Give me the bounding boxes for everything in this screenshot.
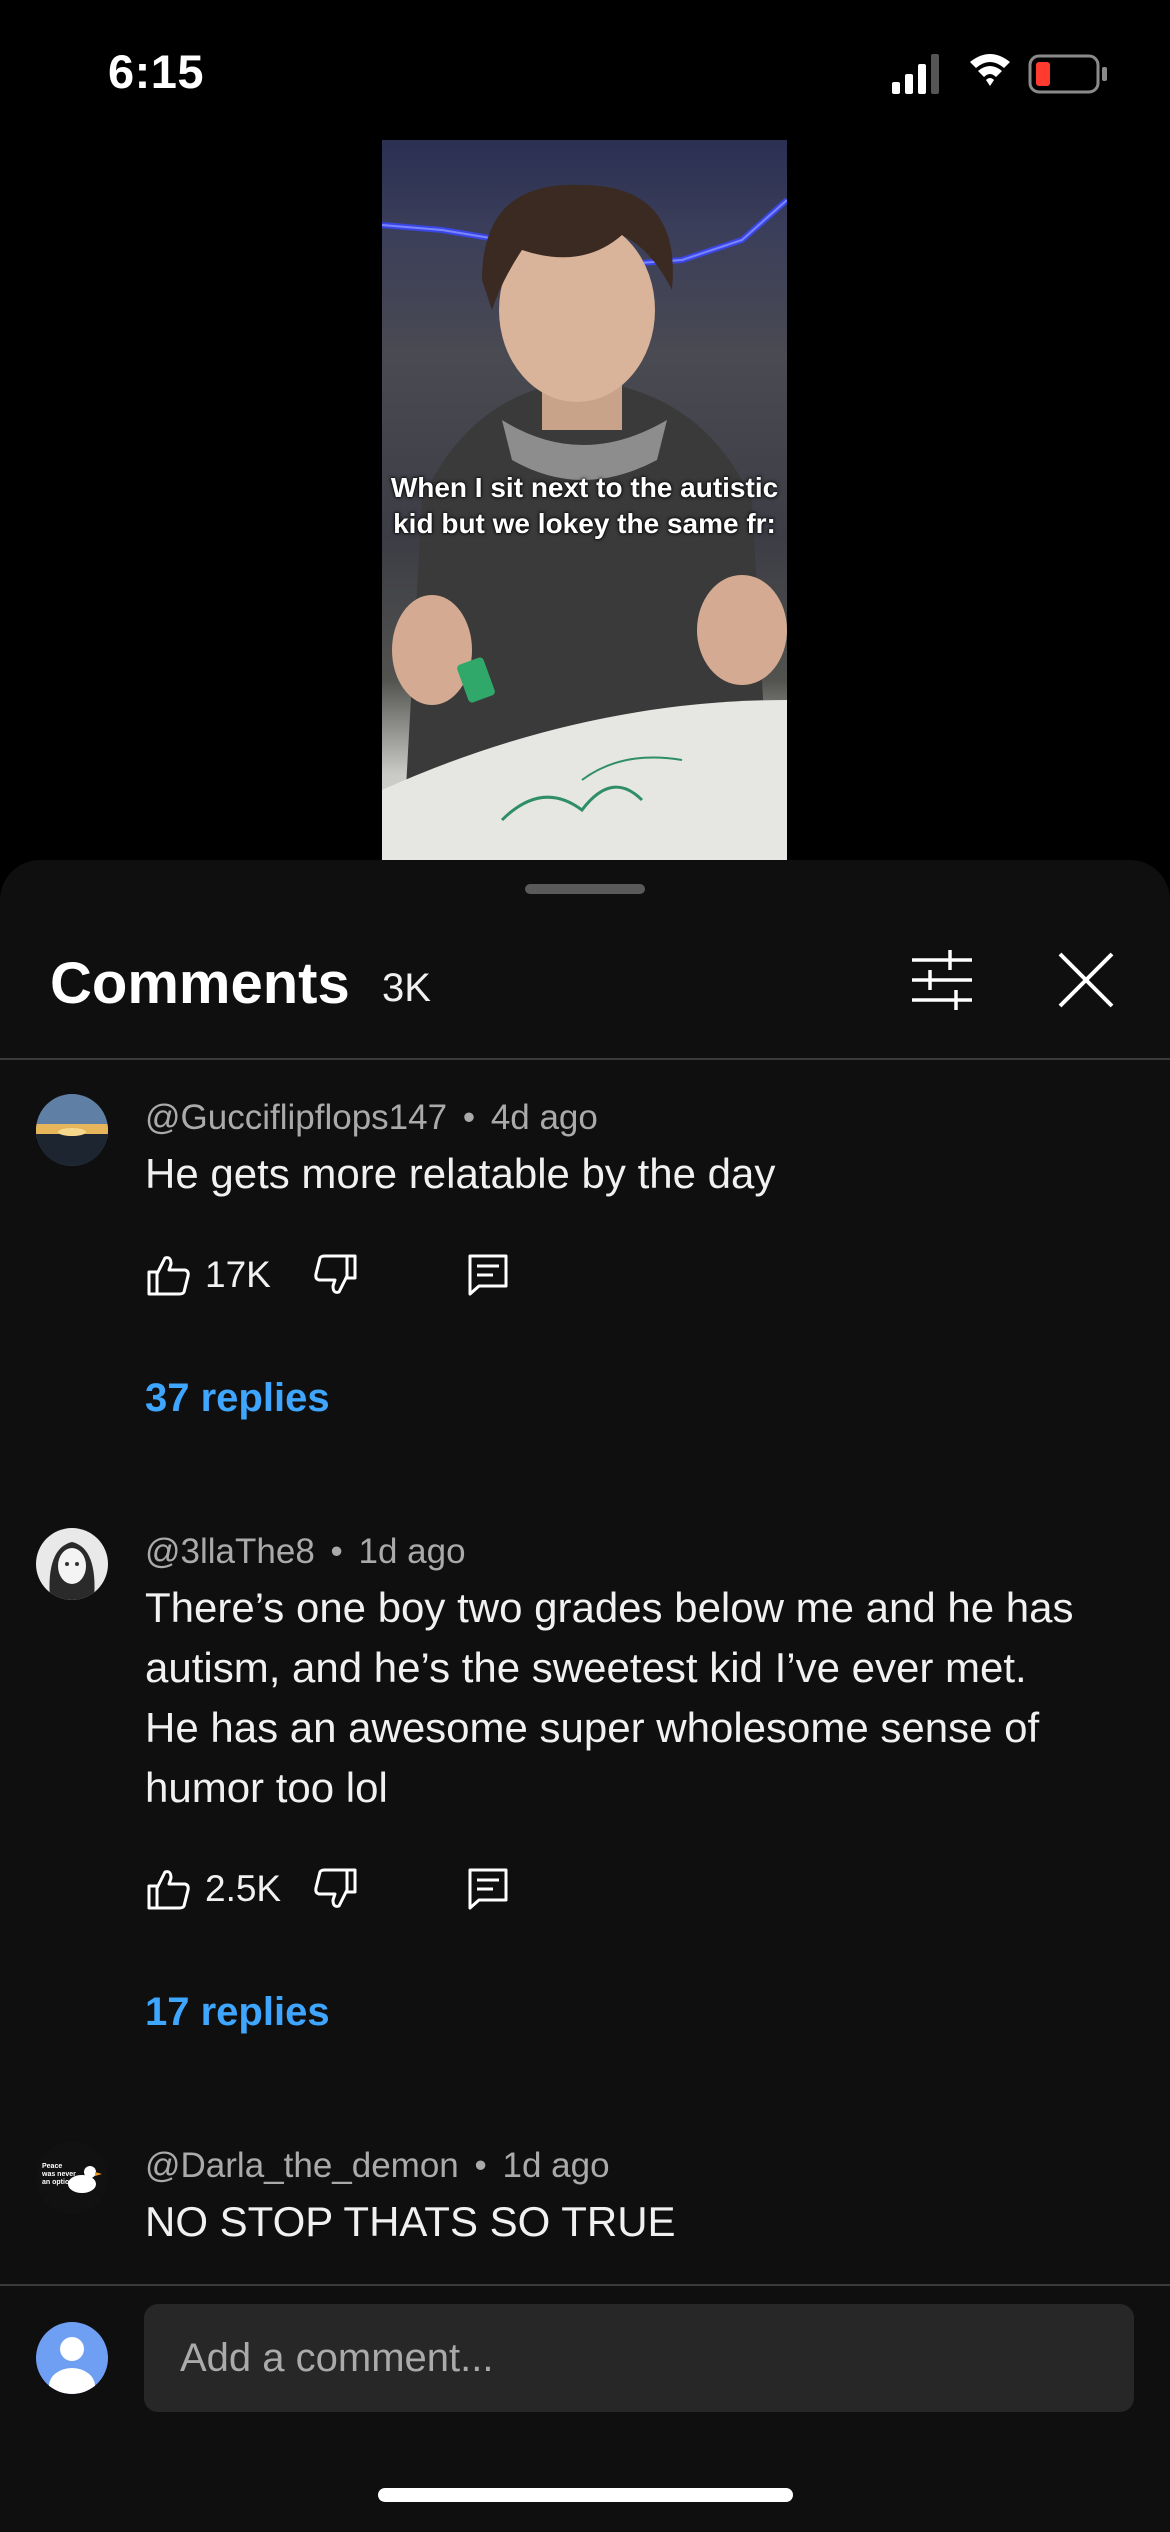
battery-low-icon — [1028, 54, 1107, 94]
comment-actions: 17K — [145, 1244, 645, 1304]
thumbs-up-icon[interactable] — [145, 1866, 191, 1912]
avatar[interactable] — [36, 1528, 108, 1600]
wifi-icon — [970, 54, 1010, 86]
reply-icon[interactable] — [465, 1252, 511, 1298]
comment-meta: @3llaThe8 • 1d ago — [145, 1532, 466, 1572]
like-count: 17K — [205, 1254, 271, 1295]
avatar[interactable] — [36, 1094, 108, 1166]
comment-age: 1d ago — [358, 1532, 466, 1571]
avatar[interactable]: Peace was never an option — [36, 2142, 108, 2214]
sort-filter-button[interactable] — [910, 948, 974, 1012]
thumbs-down-icon[interactable] — [313, 1252, 359, 1298]
comment-age: 1d ago — [502, 2146, 610, 2185]
person-icon — [49, 2337, 95, 2394]
comments-sheet: Comments 3K @Gucciflipflops147 • 4d ago … — [0, 860, 1170, 2532]
home-indicator[interactable] — [378, 2488, 793, 2502]
status-bar: 6:15 — [0, 0, 1170, 140]
comment-item: Peace was never an option @Darla_the_demon… — [0, 2142, 1170, 2282]
meta-separator: • — [330, 1532, 343, 1571]
user-avatar[interactable] — [36, 2322, 108, 2394]
cellular-signal-icon — [892, 54, 939, 94]
reply-icon[interactable] — [465, 1866, 511, 1912]
view-replies-link[interactable]: 37 replies — [145, 1376, 330, 1421]
comment-text: There’s one boy two grades below me and … — [145, 1584, 1074, 1811]
comment-item: @Gucciflipflops147 • 4d ago He gets more… — [0, 1094, 1170, 1494]
thumbs-down-icon[interactable] — [313, 1866, 359, 1912]
comment-meta: @Gucciflipflops147 • 4d ago — [145, 1098, 598, 1138]
comments-count: 3K — [382, 966, 431, 1010]
comment-age: 4d ago — [490, 1098, 598, 1137]
like-count: 2.5K — [205, 1868, 282, 1909]
comment-author[interactable]: @Gucciflipflops147 — [145, 1098, 447, 1137]
status-icons — [888, 52, 1118, 96]
comment-actions: 2.5K — [145, 1858, 645, 1918]
comment-meta: @Darla_the_demon • 1d ago — [145, 2146, 610, 2186]
header-divider — [0, 1058, 1170, 1060]
add-comment-input[interactable] — [144, 2304, 1134, 2412]
sliders-icon — [912, 950, 972, 1010]
comments-header: Comments 3K — [0, 940, 1170, 1040]
thumbs-up-icon[interactable] — [145, 1252, 191, 1298]
close-button[interactable] — [1056, 950, 1116, 1010]
comment-text: NO STOP THATS SO TRUE — [145, 2198, 676, 2245]
meta-separator: • — [462, 1098, 476, 1137]
comment-author[interactable]: @Darla_the_demon — [145, 2146, 459, 2185]
comments-title: Comments — [50, 951, 350, 1016]
close-icon — [1058, 952, 1114, 1008]
status-time: 6:15 — [108, 45, 205, 98]
comment-item: @3llaThe8 • 1d ago There’s one boy two g… — [0, 1528, 1170, 2148]
comment-text: He gets more relatable by the day — [145, 1150, 776, 1197]
meta-separator: • — [474, 2146, 487, 2185]
comment-author[interactable]: @3llaThe8 — [145, 1532, 315, 1571]
video-player[interactable]: When I sit next to the autistic kid but … — [382, 140, 787, 860]
video-caption: When I sit next to the autistic kid but … — [390, 472, 779, 539]
drag-handle[interactable] — [525, 884, 645, 894]
view-replies-link[interactable]: 17 replies — [145, 1990, 330, 2035]
